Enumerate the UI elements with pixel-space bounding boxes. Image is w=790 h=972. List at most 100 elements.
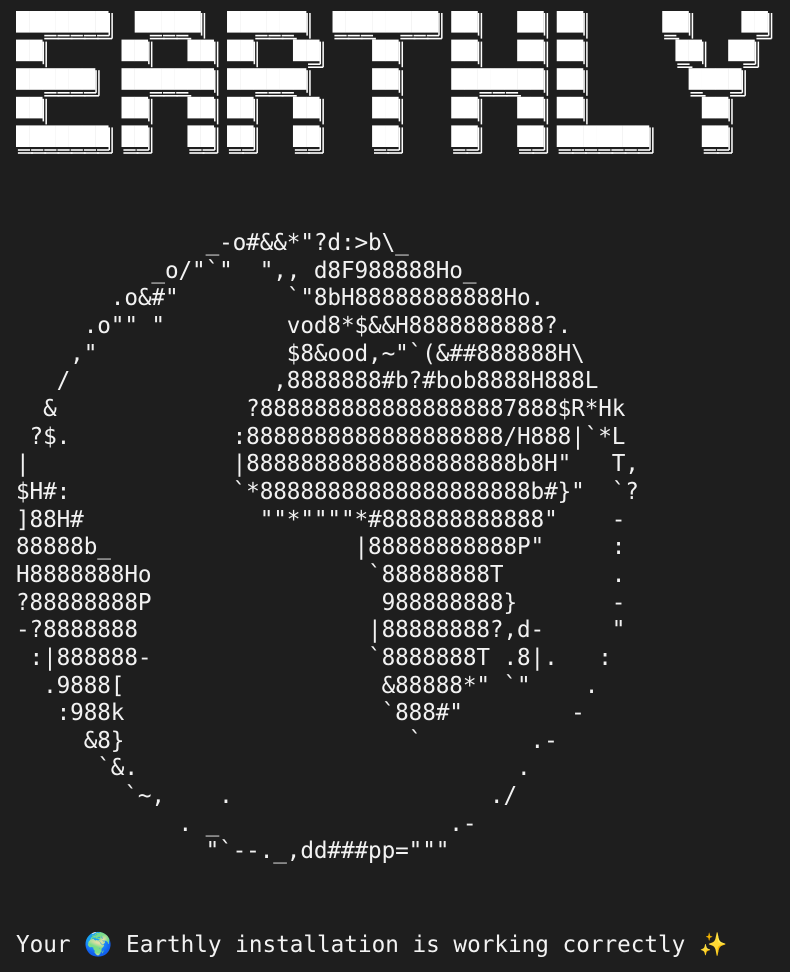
earthly-banner-logo xyxy=(16,11,773,154)
banner-block xyxy=(411,11,426,33)
banner-block xyxy=(372,96,386,119)
banner-block xyxy=(741,39,755,62)
banner-block xyxy=(517,96,531,119)
banner-block xyxy=(187,96,201,119)
banner-block xyxy=(609,125,623,147)
banner-block xyxy=(464,96,478,119)
banner-block xyxy=(200,96,215,119)
banner-block xyxy=(372,68,386,90)
banner-block xyxy=(253,68,267,90)
banner-block xyxy=(569,96,584,119)
banner-block xyxy=(240,125,254,147)
banner-block xyxy=(635,125,650,147)
banner-block xyxy=(187,11,201,33)
banner-block xyxy=(121,125,135,147)
banner-block xyxy=(161,68,175,90)
banner-block xyxy=(530,68,544,90)
banner-block xyxy=(227,11,241,33)
banner-block xyxy=(240,39,254,62)
banner-block xyxy=(253,11,267,33)
banner-block xyxy=(662,11,676,33)
banner-block xyxy=(292,11,307,33)
banner-block xyxy=(451,96,465,119)
banner-block xyxy=(596,125,610,147)
banner-block xyxy=(68,125,83,147)
banner-block xyxy=(517,11,531,33)
banner-block xyxy=(187,39,201,62)
banner-block xyxy=(464,11,478,33)
banner-block xyxy=(556,39,571,62)
banner-block xyxy=(121,39,135,62)
banner-block xyxy=(385,11,399,33)
banner-block xyxy=(42,125,56,147)
banner-block xyxy=(530,96,544,119)
banner-block xyxy=(200,68,215,90)
banner-block xyxy=(121,96,135,119)
banner-block xyxy=(134,68,149,90)
banner-block xyxy=(292,96,307,119)
banner-block xyxy=(332,11,346,33)
banner-block xyxy=(42,68,56,90)
banner-block xyxy=(292,125,307,147)
banner-block xyxy=(451,39,465,62)
banner-block xyxy=(227,125,241,147)
banner-block xyxy=(464,68,478,90)
banner-block xyxy=(451,125,465,147)
banner-block xyxy=(398,11,412,33)
banner-block xyxy=(200,39,215,62)
banner-block xyxy=(227,39,241,62)
banner-block xyxy=(464,39,478,62)
banner-block xyxy=(688,39,702,62)
banner-block xyxy=(29,11,43,33)
sparkles-icon: ✨ xyxy=(698,932,728,958)
banner-blocks xyxy=(16,11,768,147)
banner-block xyxy=(16,39,30,62)
banner-block xyxy=(68,68,83,90)
banner-block xyxy=(240,68,254,90)
banner-block xyxy=(701,125,716,147)
banner-block xyxy=(477,68,491,90)
banner-block xyxy=(134,96,149,119)
banner-block xyxy=(583,125,597,147)
banner-block xyxy=(622,125,637,147)
banner-block xyxy=(42,11,56,33)
banner-block xyxy=(306,96,320,119)
banner-block xyxy=(279,11,294,33)
banner-block xyxy=(174,11,188,33)
banner-block xyxy=(741,11,755,33)
banner-block xyxy=(675,11,689,33)
banner-block xyxy=(161,11,175,33)
banner-block xyxy=(306,125,320,147)
banner-block xyxy=(55,125,69,147)
banner-block xyxy=(451,68,465,90)
banner-block xyxy=(16,68,30,90)
banner-block xyxy=(187,68,201,90)
banner-block xyxy=(517,68,531,90)
banner-block xyxy=(714,96,729,119)
banner-block xyxy=(530,39,544,62)
banner-block xyxy=(121,68,135,90)
banner-block xyxy=(345,11,360,33)
banner-block xyxy=(55,68,69,90)
banner-block xyxy=(358,11,373,33)
banner-block xyxy=(147,68,162,90)
banner-block xyxy=(385,68,399,90)
banner-block xyxy=(29,68,43,90)
banner-block xyxy=(385,96,399,119)
banner-block xyxy=(424,11,439,33)
banner-block xyxy=(517,39,531,62)
banner-block xyxy=(701,68,716,90)
globe-icon: 🌍 xyxy=(84,932,113,958)
banner-block xyxy=(688,68,702,90)
banner-block xyxy=(240,96,254,119)
banner-block xyxy=(81,11,96,33)
banner-block xyxy=(714,125,729,147)
banner-block xyxy=(174,68,188,90)
banner-block xyxy=(68,11,83,33)
banner-block xyxy=(306,39,320,62)
banner-block xyxy=(530,11,544,33)
banner-block xyxy=(556,11,571,33)
banner-block xyxy=(95,125,109,147)
banner-block xyxy=(266,11,280,33)
banner-block xyxy=(503,68,518,90)
